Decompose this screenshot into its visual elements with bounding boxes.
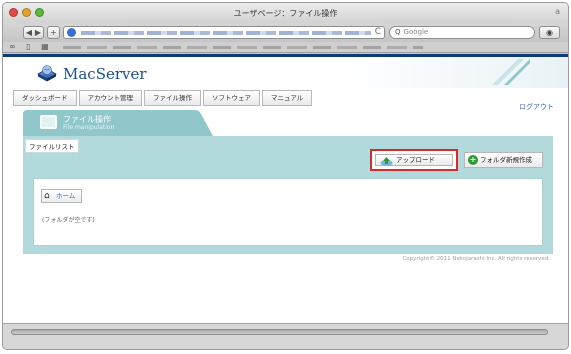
- home-icon: ⌂: [44, 191, 50, 201]
- blurred-url: [81, 31, 371, 35]
- browser-toolbar: ◀ ▶ + C Q Google ◉: [3, 23, 568, 42]
- header-stripe-decoration: [492, 59, 530, 85]
- nav-item-file-operations[interactable]: ファイル操作: [144, 90, 201, 106]
- forward-arrow-icon[interactable]: ▶: [34, 27, 43, 38]
- upload-highlight-box: アップロード: [370, 149, 458, 171]
- nav-item-account[interactable]: アカウント管理: [78, 90, 142, 106]
- address-bar[interactable]: C: [63, 26, 385, 39]
- web-page: MacServer ダッシュボード アカウント管理 ファイル操作 ソフトウェア …: [3, 54, 568, 324]
- search-input[interactable]: Q Google: [389, 26, 535, 39]
- upload-cloud-icon: [380, 157, 393, 166]
- logout-link[interactable]: ログアウト: [519, 102, 554, 112]
- macserver-logo-icon: [37, 65, 57, 82]
- new-folder-button-label: フォルダ新規作成: [480, 156, 532, 164]
- home-button-label: ホーム: [56, 192, 76, 200]
- nav-item-manual[interactable]: マニュアル: [262, 90, 313, 106]
- horizontal-scrollbar[interactable]: [11, 329, 548, 335]
- title-bar: ユーザページ：ファイル操作 a: [3, 3, 568, 23]
- back-forward-buttons[interactable]: ◀ ▶: [23, 26, 44, 39]
- search-icon: Q: [395, 28, 401, 36]
- plus-circle-icon: +: [468, 155, 478, 165]
- globe-icon: [67, 28, 76, 37]
- panel-subtitle: File manipulation: [63, 124, 115, 131]
- main-nav: ダッシュボード アカウント管理 ファイル操作 ソフトウェア マニュアル: [13, 90, 314, 106]
- new-folder-button[interactable]: + フォルダ新規作成: [464, 152, 543, 168]
- home-breadcrumb-button[interactable]: ⌂ ホーム: [41, 189, 82, 203]
- blurred-bookmarks: [63, 46, 423, 49]
- browser-menu-button[interactable]: ◉: [539, 26, 560, 39]
- nav-item-dashboard[interactable]: ダッシュボード: [13, 90, 77, 106]
- panel-header: ファイル操作 File manipulation: [23, 110, 213, 136]
- file-list-area: ⌂ ホーム (フォルダが空です): [33, 178, 543, 246]
- copyright-text: Copyright© 2011 Nekojarashi Inc. All rig…: [402, 256, 550, 262]
- site-logo-text[interactable]: MacServer: [63, 65, 147, 83]
- file-panel: ファイルリスト アップロード + フォルダ新規作成 ⌂ ホーム (フォルダが空で…: [23, 136, 553, 254]
- browser-status-bar: [3, 323, 568, 349]
- browser-window: ユーザページ：ファイル操作 a ◀▶ + C QGoogle ◉ ∞ ▯ ▦: [2, 2, 569, 350]
- empty-folder-message: (フォルダが空です): [42, 217, 95, 224]
- reading-list-icon[interactable]: ∞ ▯ ▦: [9, 42, 53, 51]
- search-placeholder: Google: [403, 28, 429, 36]
- fullscreen-icon[interactable]: a: [555, 7, 560, 16]
- site-header: MacServer: [3, 54, 568, 88]
- window-title: ユーザページ：ファイル操作: [233, 9, 338, 18]
- upload-button[interactable]: アップロード: [375, 154, 453, 166]
- upload-button-label: アップロード: [396, 156, 435, 164]
- reload-icon[interactable]: C: [375, 27, 381, 37]
- folder-icon: [40, 115, 57, 129]
- file-list-label: ファイルリスト: [25, 139, 79, 153]
- back-arrow-icon[interactable]: ◀: [25, 27, 34, 38]
- nav-item-software[interactable]: ソフトウェア: [203, 90, 260, 106]
- add-bookmark-button[interactable]: +: [47, 26, 60, 39]
- bookmarks-bar: ∞ ▯ ▦: [3, 42, 568, 53]
